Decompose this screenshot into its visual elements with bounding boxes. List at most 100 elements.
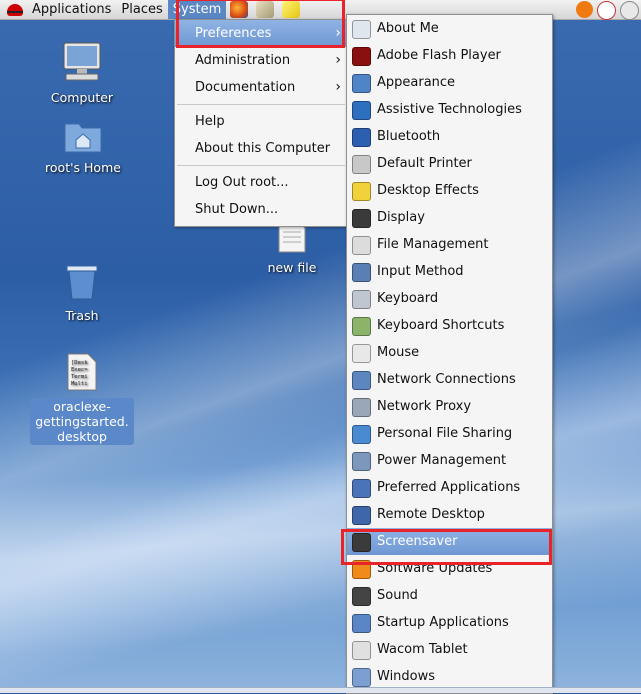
computer-desktop-icon[interactable]: Computer [42,40,122,105]
file-management-icon [352,236,371,255]
preferences-item-mouse[interactable]: Mouse [347,339,552,366]
preferences-item-label: Input Method [377,264,464,279]
preferences-item-input-method[interactable]: Input Method [347,258,552,285]
preferences-item-about-me[interactable]: About Me [347,15,552,42]
system-menu[interactable]: System [167,0,227,19]
trash-desktop-icon[interactable]: Trash [50,262,114,323]
firefox-launcher-icon[interactable] [230,1,249,18]
home-desktop-icon[interactable]: root's Home [37,118,129,175]
system-dropdown-menu: Preferences › Administration › Documenta… [174,19,348,227]
preferences-item-label: Network Proxy [377,399,472,414]
svg-text:Multi: Multi [71,381,88,387]
preferences-item-label: Assistive Technologies [377,102,522,117]
computer-label: Computer [50,90,114,105]
preferences-item-label: Display [377,210,425,225]
preferences-item-software-updates[interactable]: Software Updates [347,555,552,582]
about-computer-menu-item[interactable]: About this Computer [175,135,347,162]
preferences-item-appearance[interactable]: Appearance [347,69,552,96]
home-folder-icon [64,123,102,153]
preferences-item-label: Personal File Sharing [377,426,513,441]
clock-icon[interactable] [597,1,616,20]
preferences-item-preferred-applications[interactable]: Preferred Applications [347,474,552,501]
wacom-tablet-icon [352,641,371,660]
preferences-item-label: Startup Applications [377,615,509,630]
preferences-item-label: File Management [377,237,489,252]
preferences-item-startup-applications[interactable]: Startup Applications [347,609,552,636]
oraclexe-desktop-icon[interactable]: [Desk Exec= Termi Multi oraclexe- gettin… [30,352,134,445]
tray-item-icon[interactable] [620,1,639,20]
preferences-item-label: Network Connections [377,372,516,387]
applications-menu[interactable]: Applications [27,0,116,19]
preferences-item-personal-file-sharing[interactable]: Personal File Sharing [347,420,552,447]
preferences-item-label: Windows [377,669,436,684]
about-me-icon [352,20,371,39]
preferences-item-label: Screensaver [377,534,458,549]
preferences-item-label: Keyboard [377,291,439,306]
preferences-item-label: Mouse [377,345,420,360]
printer-icon [352,155,371,174]
preferences-menu-item[interactable]: Preferences › [175,20,347,47]
home-label: root's Home [45,160,121,175]
preferences-item-file-management[interactable]: File Management [347,231,552,258]
preferences-item-screensaver[interactable]: Screensaver [347,528,552,555]
keyboard-icon [352,290,371,309]
preferences-item-network-proxy[interactable]: Network Proxy [347,393,552,420]
remote-desktop-icon [352,506,371,525]
trash-icon [66,265,98,300]
svg-text:[Desk: [Desk [71,360,88,366]
preferences-item-network-connections[interactable]: Network Connections [347,366,552,393]
shutdown-menu-item[interactable]: Shut Down... [175,196,347,223]
preferences-item-remote-desktop[interactable]: Remote Desktop [347,501,552,528]
preferences-item-wacom-tablet[interactable]: Wacom Tablet [347,636,552,663]
chevron-right-icon: › [335,25,341,41]
file-sharing-icon [352,425,371,444]
preferences-item-label: Desktop Effects [377,183,479,198]
startup-apps-icon [352,614,371,633]
logout-menu-item[interactable]: Log Out root... [175,169,347,196]
power-management-icon [352,452,371,471]
chevron-right-icon: › [335,52,341,68]
documentation-menu-item[interactable]: Documentation › [175,74,347,101]
preferences-item-display[interactable]: Display [347,204,552,231]
places-menu[interactable]: Places [116,0,167,19]
desktop-file-icon: [Desk Exec= Termi Multi [67,353,97,391]
preferences-item-label: Bluetooth [377,129,441,144]
administration-menu-item[interactable]: Administration › [175,47,347,74]
mouse-icon [352,344,371,363]
display-icon [352,209,371,228]
email-launcher-icon[interactable] [256,1,275,18]
svg-text:Exec=: Exec= [71,367,88,373]
network-proxy-icon [352,398,371,417]
preferences-item-assistive-technologies[interactable]: Assistive Technologies [347,96,552,123]
screensaver-icon [352,533,371,552]
sound-icon [352,587,371,606]
windows-icon [352,668,371,687]
menu-separator [177,104,345,105]
preferences-item-label: About Me [377,21,439,36]
preferences-item-keyboard-shortcuts[interactable]: Keyboard Shortcuts [347,312,552,339]
preferences-item-label: Preferred Applications [377,480,521,495]
trash-label: Trash [65,308,99,323]
preferences-item-default-printer[interactable]: Default Printer [347,150,552,177]
preferences-item-keyboard[interactable]: Keyboard [347,285,552,312]
preferences-item-bluetooth[interactable]: Bluetooth [347,123,552,150]
preferences-item-desktop-effects[interactable]: Desktop Effects [347,177,552,204]
preferences-item-label: Power Management [377,453,507,468]
preferences-item-adobe-flash-player[interactable]: Adobe Flash Player [347,42,552,69]
flash-icon [352,47,371,66]
help-menu-item[interactable]: Help [175,108,347,135]
new-file-label: new file [267,260,317,275]
software-updates-icon [352,560,371,579]
preferences-item-label: Adobe Flash Player [377,48,501,63]
menu-separator [177,165,345,166]
chevron-right-icon: › [335,79,341,95]
preferences-item-power-management[interactable]: Power Management [347,447,552,474]
preferences-item-sound[interactable]: Sound [347,582,552,609]
notes-launcher-icon[interactable] [282,1,301,18]
preferences-item-label: Default Printer [377,156,472,171]
computer-icon [63,42,101,81]
update-notifier-icon[interactable] [576,1,593,18]
bluetooth-icon [352,128,371,147]
preferences-item-label: Keyboard Shortcuts [377,318,505,333]
preferences-item-windows[interactable]: Windows [347,663,552,690]
